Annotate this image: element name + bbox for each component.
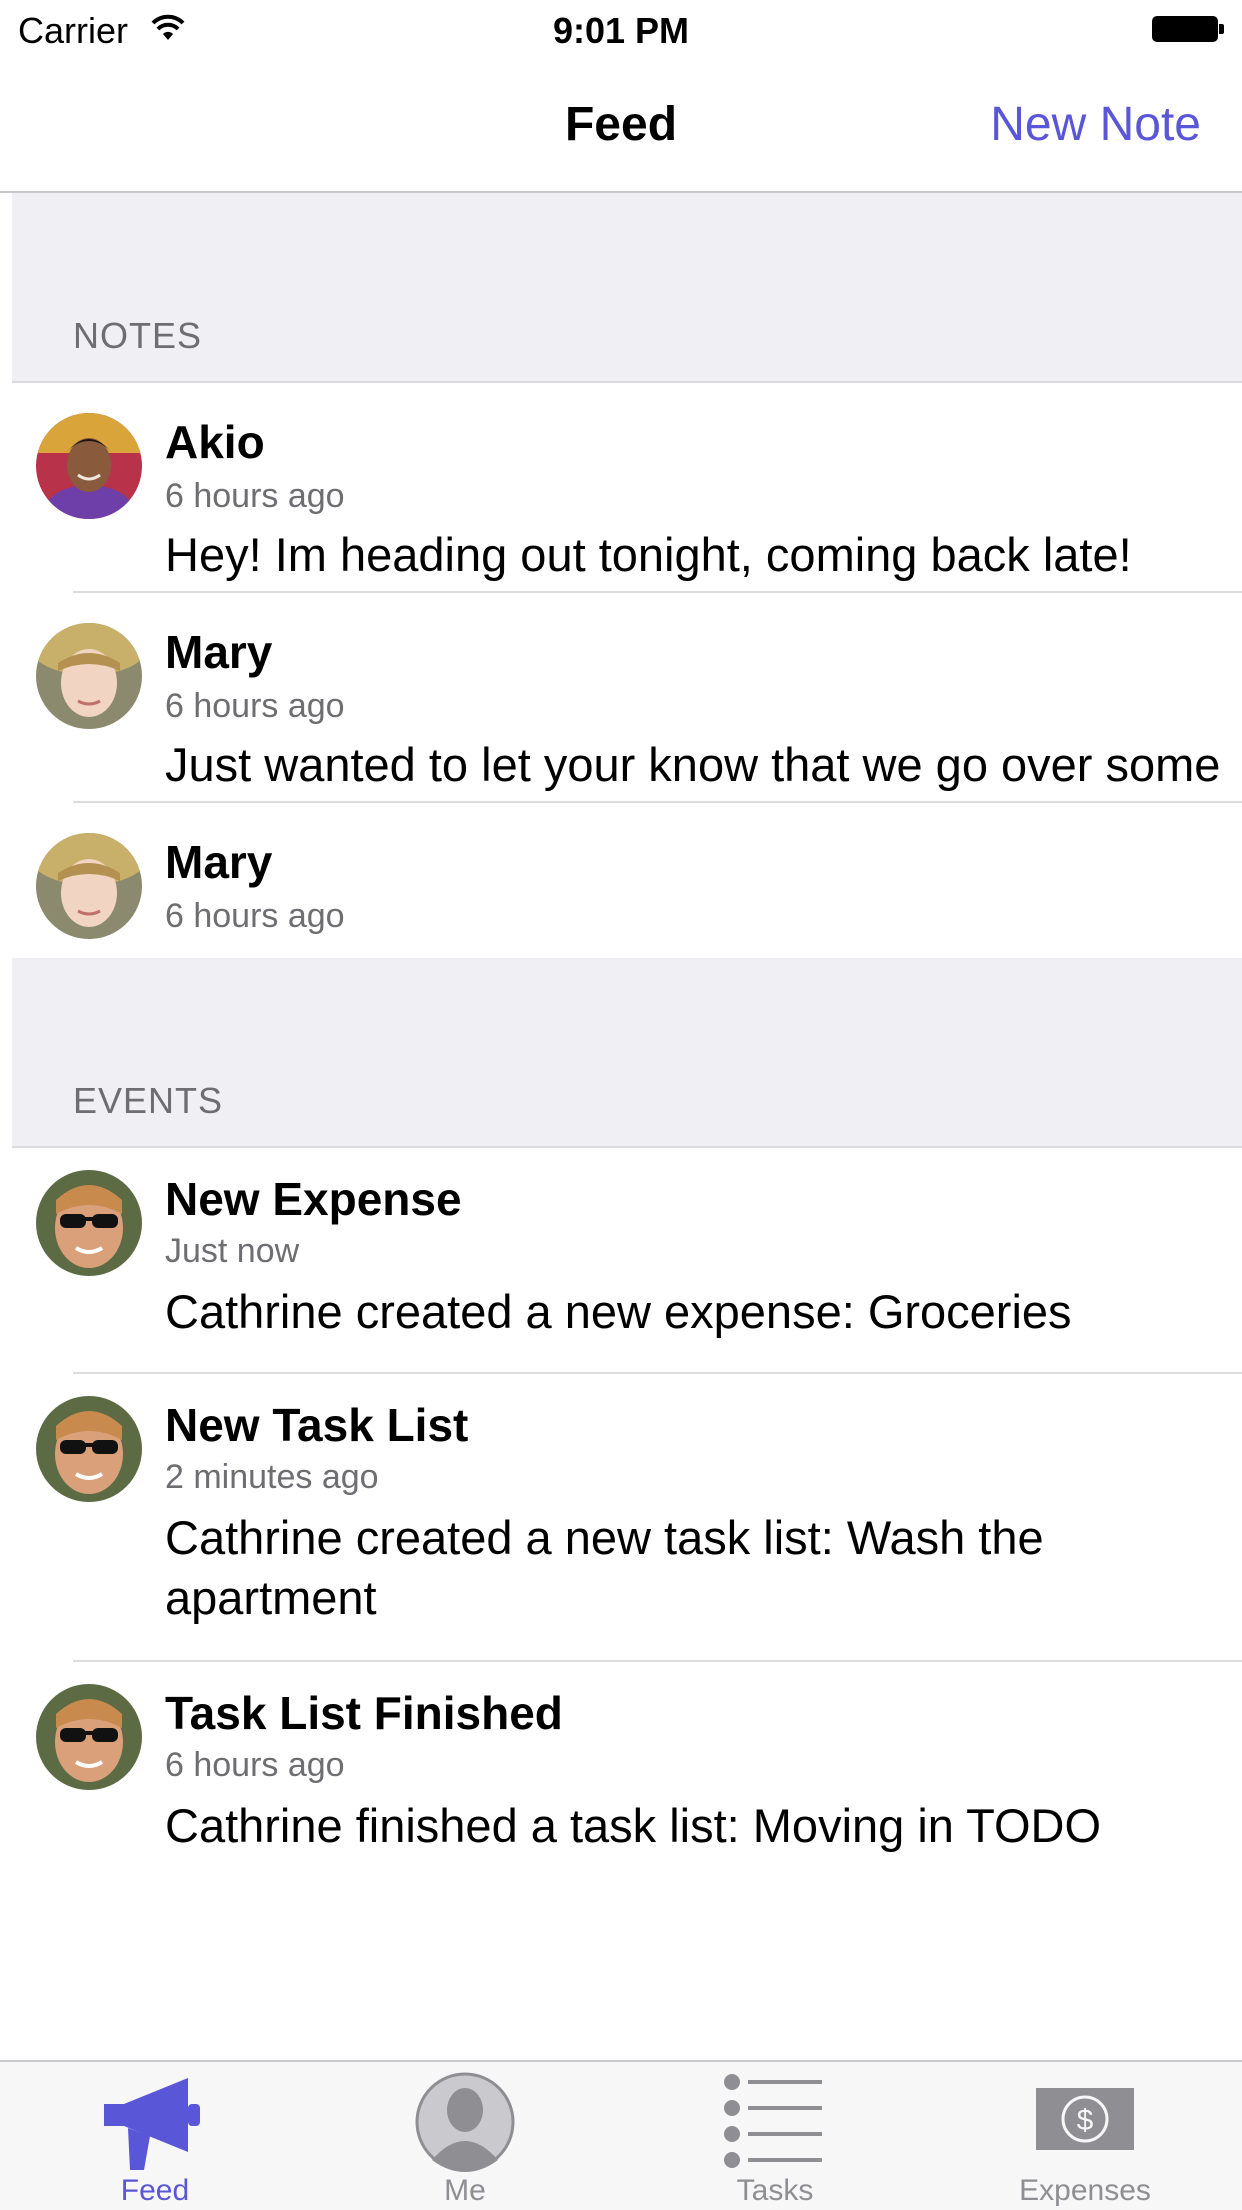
tab-bar: Feed Me Tasks $ Expenses — [0, 2060, 1242, 2210]
list-icon — [724, 2074, 822, 2168]
avatar — [36, 1396, 142, 1502]
section-title: EVENTS — [73, 1080, 224, 1121]
app-screen: Carrier 9:01 PM Feed New Note NOTES Akio… — [0, 0, 1242, 2210]
note-cell[interactable]: Mary 6 hours ago Just wanted to let your… — [12, 593, 1242, 851]
status-bar: Carrier 9:01 PM — [0, 0, 1242, 62]
tab-tasks[interactable]: Tasks — [620, 2062, 930, 2210]
event-text: Cathrine finished a task list: Moving in… — [165, 1799, 1102, 1852]
event-time: Just now — [165, 1232, 300, 1270]
avatar — [36, 413, 142, 519]
tab-feed[interactable]: Feed — [0, 2062, 310, 2210]
tab-label: Tasks — [736, 2174, 814, 2207]
event-cell[interactable]: New Task List 2 minutes ago Cathrine cre… — [12, 1374, 1242, 1662]
event-cell[interactable]: Task List Finished 6 hours ago Cathrine … — [12, 1662, 1242, 1888]
dollar-bill-icon: $ — [1036, 2088, 1134, 2150]
note-time: 6 hours ago — [165, 897, 345, 935]
tab-label: Me — [444, 2174, 486, 2207]
avatar — [36, 833, 142, 939]
person-icon — [415, 2072, 515, 2172]
avatar — [36, 1684, 142, 1790]
note-text: Hey! Im heading out tonight, coming back… — [165, 528, 1132, 581]
avatar — [36, 623, 142, 729]
tab-expenses[interactable]: $ Expenses — [930, 2062, 1240, 2210]
status-time: 9:01 PM — [552, 10, 690, 51]
event-time: 6 hours ago — [165, 1746, 345, 1784]
event-text: Cathrine created a new expense: Grocerie… — [165, 1285, 1072, 1338]
note-time: 6 hours ago — [165, 687, 345, 725]
section-header-events: EVENTS — [12, 958, 1242, 1148]
event-cell[interactable]: New Expense Just now Cathrine created a … — [12, 1148, 1242, 1374]
new-note-button[interactable]: New Note — [990, 97, 1201, 152]
event-time: 2 minutes ago — [165, 1458, 379, 1496]
note-time: 6 hours ago — [165, 477, 345, 515]
note-author: Mary — [165, 836, 273, 888]
section-title: NOTES — [73, 315, 203, 356]
event-title: Task List Finished — [165, 1687, 563, 1739]
navigation-bar: Feed New Note — [0, 62, 1242, 193]
feed-list[interactable]: NOTES Akio 6 hours ago Hey! Im heading o… — [12, 193, 1242, 1888]
event-title: New Task List — [165, 1399, 469, 1451]
note-cell[interactable]: Mary 6 hours ago — [12, 803, 1242, 958]
note-author: Akio — [165, 416, 265, 468]
event-title: New Expense — [165, 1173, 462, 1225]
note-author: Mary — [165, 626, 273, 678]
tab-label: Feed — [120, 2174, 190, 2207]
tab-label: Expenses — [1019, 2174, 1151, 2207]
megaphone-icon — [104, 2078, 200, 2170]
avatar — [36, 1170, 142, 1276]
note-cell[interactable]: Akio 6 hours ago Hey! Im heading out ton… — [12, 383, 1242, 593]
section-header-notes: NOTES — [12, 193, 1242, 383]
svg-text:$: $ — [1077, 2104, 1094, 2137]
battery-icon — [1152, 16, 1224, 44]
event-text: Cathrine created a new task list: Wash t… — [165, 1511, 1044, 1624]
tab-me[interactable]: Me — [310, 2062, 620, 2210]
